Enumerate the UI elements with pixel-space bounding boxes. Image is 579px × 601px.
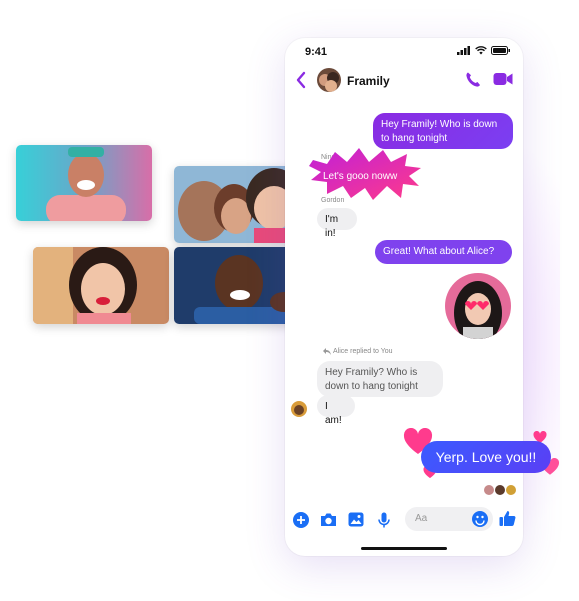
signal-icon (457, 46, 470, 55)
home-indicator[interactable] (361, 547, 447, 550)
quoted-message[interactable]: Hey Framily? Who is down to hang tonight (317, 361, 443, 397)
person-heart-eyes-image (445, 273, 511, 339)
emoji-icon[interactable] (472, 511, 488, 527)
gallery-icon[interactable] (348, 512, 364, 527)
group-avatar[interactable] (317, 68, 341, 92)
sender-name-gordon: Gordon (321, 197, 345, 204)
chat-title[interactable]: Framily (347, 74, 390, 88)
message-incoming-burst[interactable]: Let's gooo noww (323, 171, 397, 182)
back-chevron-icon[interactable] (293, 70, 309, 90)
message-outgoing-2[interactable]: Great! What about Alice? (375, 240, 512, 264)
chat-header: Framily (285, 66, 523, 96)
plus-icon[interactable] (293, 512, 309, 528)
sender-avatar-alice-image (291, 401, 307, 417)
battery-icon (491, 46, 510, 55)
video-tile-1-photo (16, 145, 152, 221)
message-input[interactable]: Aa (405, 507, 493, 531)
phone-screen: 9:41 Framily Hey Framily! Who is down to… (285, 38, 560, 556)
microphone-icon[interactable] (378, 512, 390, 528)
composer-toolbar: Aa (285, 506, 523, 534)
phone-icon[interactable] (465, 71, 481, 88)
thumbs-up-icon[interactable] (499, 510, 516, 527)
message-input-placeholder: Aa (415, 513, 428, 524)
message-outgoing-1[interactable]: Hey Framily! Who is down to hang tonight (373, 113, 513, 149)
video-tile-3-photo (33, 247, 169, 324)
message-incoming-3[interactable]: I am! (317, 395, 355, 426)
message-incoming-2[interactable]: I'm in! (317, 208, 357, 239)
video-tile-1[interactable] (16, 145, 152, 221)
reply-arrow-icon (323, 348, 331, 355)
read-receipts (484, 485, 516, 495)
camera-icon[interactable] (320, 512, 337, 527)
video-camera-icon[interactable] (493, 72, 513, 86)
status-time: 9:41 (305, 46, 328, 58)
wifi-icon (475, 46, 487, 55)
avatar-reaction-video[interactable] (445, 273, 511, 339)
reply-note: Alice replied to You (333, 348, 393, 355)
system-icons (457, 46, 511, 55)
message-outgoing-effect[interactable]: Yerp. Love you!! (421, 441, 551, 473)
video-tile-3[interactable] (33, 247, 169, 324)
status-bar: 9:41 (285, 38, 523, 64)
group-avatar-image (317, 68, 341, 92)
sender-avatar-alice[interactable] (291, 401, 307, 417)
